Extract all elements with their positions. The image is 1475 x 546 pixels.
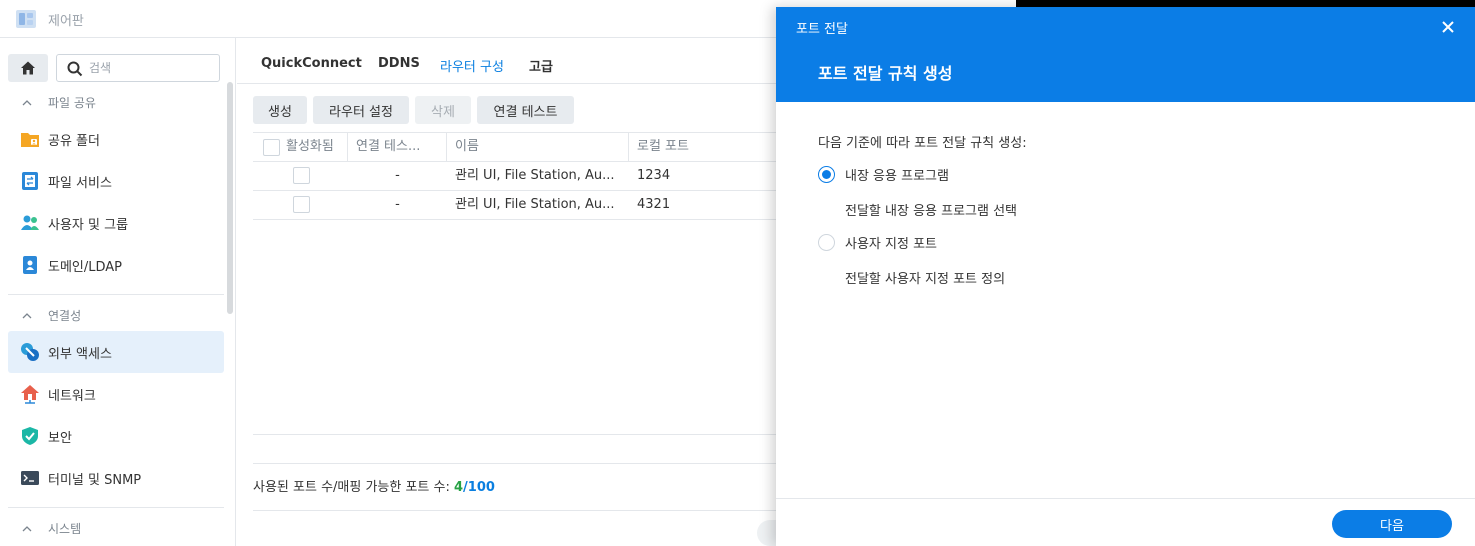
control-panel-icon xyxy=(16,10,36,28)
dialog-subtitle: 포트 전달 규칙 생성 xyxy=(818,64,953,83)
chevron-up-icon xyxy=(22,312,32,318)
footer-divider xyxy=(253,463,777,464)
app-title: 제어판 xyxy=(48,14,84,29)
footer-bottom-divider xyxy=(253,510,777,511)
ports-used-count: 4 xyxy=(454,480,464,495)
dialog-body: 다음 기준에 따라 포트 전달 규칙 생성: 내장 응용 프로그램 전달할 내장… xyxy=(776,102,1475,498)
sidebar-item-label: 보안 xyxy=(48,430,72,446)
option-label: 사용자 지정 포트 xyxy=(845,237,937,252)
sidebar-item-shared-folder[interactable]: 공유 폴더 xyxy=(8,118,224,160)
search-field[interactable] xyxy=(56,54,220,82)
option-description: 전달할 내장 응용 프로그램 선택 xyxy=(845,204,1018,219)
row-local-port-cell: 1234 xyxy=(637,168,671,183)
row-name-cell: 관리 UI, File Station, Au... xyxy=(455,168,615,183)
column-header-name[interactable]: 이름 xyxy=(447,133,629,161)
radio-custom-port[interactable] xyxy=(818,234,835,251)
search-input[interactable] xyxy=(89,59,214,77)
sidebar-item-file-services[interactable]: 파일 서비스 xyxy=(8,160,224,202)
dialog-header: 포트 전달 포트 전달 규칙 생성 xyxy=(776,7,1475,102)
ports-total-count: 100 xyxy=(467,480,495,495)
section-divider xyxy=(8,507,224,508)
section-header-system[interactable]: 시스템 xyxy=(22,520,81,537)
row-enable-checkbox[interactable] xyxy=(293,196,310,214)
section-header-connectivity[interactable]: 연결성 xyxy=(22,307,81,324)
section-header-file-sharing[interactable]: 파일 공유 xyxy=(22,94,96,111)
row-enable-checkbox[interactable] xyxy=(293,167,310,185)
tab-advanced[interactable]: 고급 xyxy=(529,56,553,75)
column-header-enabled[interactable]: 활성화됨 xyxy=(253,133,348,161)
radio-builtin-app[interactable] xyxy=(818,166,835,183)
users-groups-icon xyxy=(20,213,40,233)
main-panel: QuickConnect DDNS 라우터 구성 고급 생성 라우터 설정 삭제… xyxy=(237,38,797,546)
tab-ddns[interactable]: DDNS xyxy=(378,56,420,71)
sidebar-item-users-groups[interactable]: 사용자 및 그룹 xyxy=(8,202,224,244)
sidebar-item-terminal-snmp[interactable]: 터미널 및 SNMP xyxy=(8,457,224,499)
row-local-port-cell: 4321 xyxy=(637,197,671,212)
sidebar-item-label: 파일 서비스 xyxy=(48,175,112,191)
terminal-icon xyxy=(20,468,40,488)
section-label: 시스템 xyxy=(48,522,82,536)
create-button[interactable]: 생성 xyxy=(253,96,307,124)
security-shield-icon xyxy=(20,426,40,446)
router-settings-button[interactable]: 라우터 설정 xyxy=(313,96,409,124)
option-description: 전달할 사용자 지정 포트 정의 xyxy=(845,272,1006,287)
tab-router-config[interactable]: 라우터 구성 xyxy=(440,56,504,75)
domain-ldap-icon xyxy=(20,255,40,275)
tab-bar: QuickConnect DDNS 라우터 구성 고급 xyxy=(237,38,777,84)
port-usage-summary: 사용된 포트 수/매핑 가능한 포트 수: 4/100 xyxy=(253,476,495,495)
background-window-edge xyxy=(1016,0,1475,7)
option-label: 내장 응용 프로그램 xyxy=(845,169,949,184)
sidebar-item-external-access[interactable]: 외부 액세스 xyxy=(8,331,224,373)
dialog-title: 포트 전달 xyxy=(796,22,848,37)
sidebar-item-network[interactable]: 네트워크 xyxy=(8,373,224,415)
grid-bottom-border xyxy=(253,434,777,435)
home-button[interactable] xyxy=(8,54,48,82)
next-button[interactable]: 다음 xyxy=(1332,510,1452,538)
sidebar-item-label: 공유 폴더 xyxy=(48,133,100,149)
table-row[interactable]: - 관리 UI, File Station, Au... 4321 xyxy=(253,191,777,220)
sidebar-item-label: 터미널 및 SNMP xyxy=(48,472,142,488)
option-custom-port[interactable]: 사용자 지정 포트 xyxy=(818,233,937,252)
port-forwarding-dialog: 포트 전달 포트 전달 규칙 생성 다음 기준에 따라 포트 전달 규칙 생성:… xyxy=(776,7,1475,546)
external-access-icon xyxy=(20,342,40,362)
sidebar: 파일 공유 공유 폴더 파일 서비스 사용자 및 그룹 도메인/LDAP 연결성 xyxy=(0,38,236,546)
sidebar-item-security[interactable]: 보안 xyxy=(8,415,224,457)
column-header-test[interactable]: 연결 테스... xyxy=(348,133,447,161)
dialog-footer: 다음 xyxy=(776,498,1475,546)
sidebar-item-label: 사용자 및 그룹 xyxy=(48,217,129,233)
row-test-cell: - xyxy=(395,168,400,183)
option-builtin-app[interactable]: 내장 응용 프로그램 xyxy=(818,165,949,184)
select-all-checkbox[interactable] xyxy=(263,138,280,156)
grid-header: 활성화됨 연결 테스... 이름 로컬 포트 xyxy=(253,132,777,162)
tab-quickconnect[interactable]: QuickConnect xyxy=(261,56,362,71)
network-icon xyxy=(20,384,40,404)
section-divider xyxy=(8,294,224,295)
delete-button[interactable]: 삭제 xyxy=(415,96,471,124)
search-icon xyxy=(67,61,83,77)
sidebar-item-label: 외부 액세스 xyxy=(48,346,112,362)
close-button[interactable] xyxy=(1438,17,1458,37)
dialog-prompt: 다음 기준에 따라 포트 전달 규칙 생성: xyxy=(818,136,1027,151)
close-icon xyxy=(1442,21,1454,33)
row-test-cell: - xyxy=(395,197,400,212)
sidebar-item-domain-ldap[interactable]: 도메인/LDAP xyxy=(8,244,224,286)
section-label: 연결성 xyxy=(48,309,82,323)
home-icon xyxy=(21,61,35,75)
column-header-local-port[interactable]: 로컬 포트 xyxy=(629,133,777,161)
test-connection-button[interactable]: 연결 테스트 xyxy=(477,96,574,124)
chevron-up-icon xyxy=(22,525,32,531)
sidebar-scrollbar[interactable] xyxy=(227,82,233,314)
port-usage-label: 사용된 포트 수/매핑 가능한 포트 수: xyxy=(253,480,454,495)
sidebar-item-label: 도메인/LDAP xyxy=(48,259,123,275)
row-name-cell: 관리 UI, File Station, Au... xyxy=(455,197,615,212)
table-row[interactable]: - 관리 UI, File Station, Au... 1234 xyxy=(253,162,777,191)
section-label: 파일 공유 xyxy=(48,96,96,110)
chevron-up-icon xyxy=(22,99,32,105)
sidebar-item-label: 네트워크 xyxy=(48,388,96,404)
shared-folder-icon xyxy=(20,129,40,149)
file-services-icon xyxy=(20,171,40,191)
